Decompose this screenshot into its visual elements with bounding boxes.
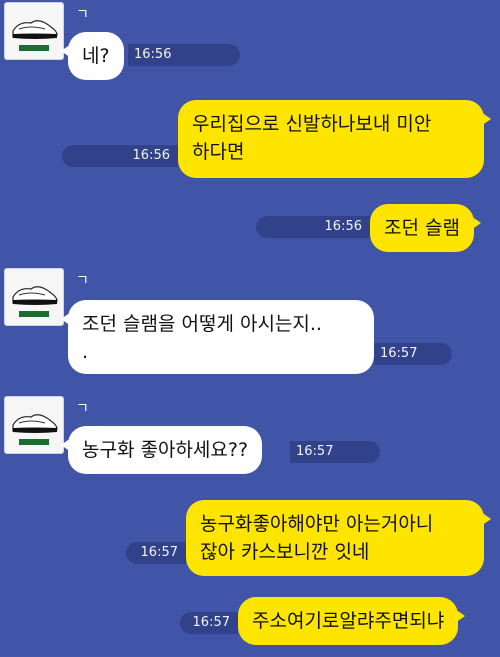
sneaker-profile-icon (5, 3, 63, 59)
outgoing-message-bubble[interactable]: 주소여기로알랴주면되냐 (238, 597, 466, 645)
incoming-message-bubble[interactable]: 네? (61, 32, 124, 80)
message-timestamp: 16:56 (62, 145, 178, 167)
message-text-line: 하다면 (192, 141, 245, 163)
sneaker-profile-icon (5, 269, 63, 325)
message-text-line: 잖아 카스보니깐 잇네 (200, 541, 370, 563)
sneaker-profile-icon (5, 397, 63, 453)
message-timestamp: 16:56 (256, 216, 370, 238)
outgoing-message-bubble[interactable]: 농구화좋아해야만 아는거아니 잖아 카스보니깐 잇네 (186, 500, 491, 576)
message-text-line: 조던 슬램을 어떻게 아시는지.. (82, 313, 322, 335)
incoming-message-bubble[interactable]: 농구화 좋아하세요?? (60, 426, 263, 474)
sender-avatar[interactable] (4, 2, 64, 60)
message-text: 농구화 좋아하세요?? (82, 439, 249, 461)
outgoing-message-bubble[interactable]: 우리집으로 신발하나보내 미안 하다면 (178, 100, 491, 178)
sender-name-mark: ㄱ (76, 401, 89, 417)
message-timestamp: 16:57 (374, 343, 452, 365)
incoming-message-bubble[interactable]: 조던 슬램을 어떻게 아시는지.. . (61, 300, 374, 374)
sender-name-mark: ㄱ (76, 7, 89, 23)
sender-avatar[interactable] (4, 396, 64, 454)
outgoing-message-bubble[interactable]: 조던 슬램 (370, 204, 481, 252)
message-text: 조던 슬램 (384, 217, 460, 239)
message-text-line: 농구화좋아해야만 아는거아니 (200, 513, 434, 535)
message-text-line: 우리집으로 신발하나보내 미안 (192, 113, 432, 135)
message-timestamp: 16:57 (290, 441, 380, 463)
message-text: 주소여기로알랴주면되냐 (252, 610, 445, 632)
message-timestamp: 16:57 (180, 612, 238, 634)
sender-name-mark: ㄱ (76, 273, 89, 289)
message-timestamp: 16:56 (128, 44, 240, 66)
message-text: 네? (82, 45, 110, 67)
message-text-line: . (82, 341, 89, 363)
message-timestamp: 16:57 (126, 542, 186, 564)
sender-avatar[interactable] (4, 268, 64, 326)
